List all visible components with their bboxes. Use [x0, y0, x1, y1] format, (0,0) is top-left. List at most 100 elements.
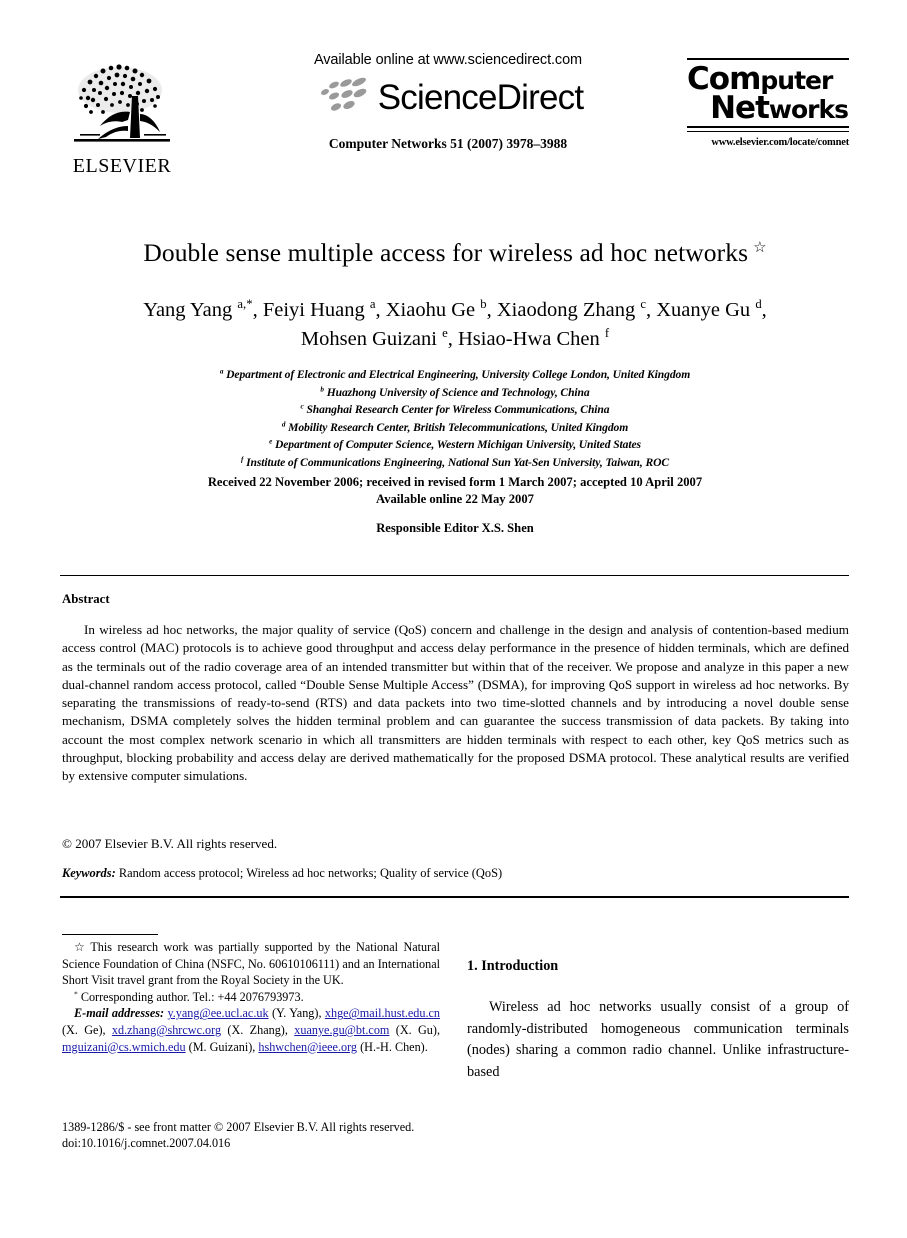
- email-person-guizani: (M. Guizani): [188, 1039, 253, 1054]
- page-footer: 1389-1286/$ - see front matter © 2007 El…: [62, 1119, 462, 1152]
- footnote-separator-rule: [62, 934, 158, 935]
- email-link-yang[interactable]: y.yang@ee.ucl.ac.uk: [167, 1006, 268, 1020]
- introduction-paragraph: Wireless ad hoc networks usually consist…: [467, 999, 849, 1081]
- cover-text-works: works: [768, 94, 849, 124]
- abstract-bottom-rule: [60, 896, 849, 898]
- footnote-column: ☆ This research work was partially suppor…: [62, 934, 440, 1055]
- elsevier-tree-icon: [74, 64, 170, 142]
- author-7-name: Hsiao-Hwa Chen: [457, 328, 600, 351]
- title-footnote-star-icon: ☆: [753, 240, 767, 256]
- responsible-editor: Responsible Editor X.S. Shen: [376, 521, 534, 535]
- funding-footnote-star-icon: ☆: [74, 940, 88, 954]
- affiliation-c-text: Shanghai Research Center for Wireless Co…: [306, 403, 610, 417]
- affiliation-c: c Shanghai Research Center for Wireless …: [80, 401, 830, 419]
- affiliation-f-mark: f: [240, 455, 244, 464]
- article-history-line-1: Received 22 November 2006; received in r…: [207, 475, 703, 489]
- affiliation-b-mark: b: [320, 385, 324, 394]
- keywords-label: Keywords:: [62, 866, 116, 880]
- computer-networks-wordmark: Computer Networks: [687, 64, 849, 124]
- keywords-value: Random access protocol; Wireless ad hoc …: [118, 866, 503, 880]
- sciencedirect-block: Available online at www.sciencedirect.co…: [228, 52, 668, 152]
- keywords: Keywords: Random access protocol; Wirele…: [62, 866, 849, 881]
- author-3-marks: b: [480, 297, 487, 312]
- section-heading-introduction: 1. Introduction: [467, 958, 559, 974]
- page-title: Double sense multiple access for wireles…: [60, 238, 850, 269]
- corresponding-author-text: Corresponding author. Tel.: +44 20767939…: [80, 989, 304, 1004]
- author-3: Xiaohu Ge b: [385, 297, 487, 321]
- affiliation-a-mark: a: [219, 367, 224, 376]
- email-link-zhang[interactable]: xd.zhang@shrcwc.org: [112, 1023, 221, 1037]
- cover-rule-bottom-thin: [687, 130, 849, 132]
- author-6: Mohsen Guizani e: [300, 326, 448, 351]
- email-addresses-label: E-mail addresses:: [74, 1006, 165, 1021]
- funding-footnote: ☆ This research work was partially suppor…: [62, 939, 440, 989]
- author-5-name: Xuanye Gu: [656, 299, 751, 321]
- title-text: Double sense multiple access for wireles…: [143, 238, 749, 267]
- journal-cover-logo: Computer Networks www.elsevier.com/locat…: [687, 58, 849, 148]
- affiliation-f: f Institute of Communications Engineerin…: [80, 454, 830, 472]
- affiliation-b-text: Huazhong University of Science and Techn…: [326, 385, 590, 399]
- article-history: Received 22 November 2006; received in r…: [80, 474, 830, 509]
- email-person-chen: (H.-H. Chen): [360, 1039, 425, 1054]
- article-history-line-2: Available online 22 May 2007: [376, 492, 534, 507]
- email-person-ge: (X. Ge): [62, 1022, 103, 1037]
- affiliation-a-text: Department of Electronic and Electrical …: [226, 368, 691, 381]
- affiliation-e: e Department of Computer Science, Wester…: [80, 436, 830, 454]
- affiliation-d-mark: d: [281, 420, 286, 429]
- author-2-name: Feiyi Huang: [262, 299, 365, 321]
- sciencedirect-logo: ScienceDirect: [228, 74, 668, 120]
- author-7-marks: f: [604, 326, 610, 341]
- author-4-name: Xiaodong Zhang: [496, 299, 636, 321]
- author-5: Xuanye Gu d: [656, 298, 761, 321]
- affiliation-list: a Department of Electronic and Electrica…: [80, 366, 830, 472]
- email-person-zhang: (X. Zhang): [227, 1022, 285, 1037]
- doi-line: doi:10.1016/j.comnet.2007.04.016: [62, 1136, 231, 1151]
- affiliation-d: d Mobility Research Center, British Tele…: [80, 419, 830, 437]
- affiliation-e-mark: e: [269, 437, 273, 446]
- abstract-top-rule: [60, 575, 849, 576]
- journal-reference: Computer Networks 51 (2007) 3978–3988: [328, 136, 568, 151]
- elsevier-wordmark: ELSEVIER: [72, 155, 172, 177]
- available-online-text: Available online at www.sciencedirect.co…: [313, 52, 583, 68]
- affiliation-c-mark: c: [300, 402, 304, 411]
- sciencedirect-leaves-icon: [320, 77, 367, 111]
- cover-rule-bottom-thick: [687, 126, 849, 129]
- abstract-heading: Abstract: [62, 592, 110, 606]
- affiliation-e-text: Department of Computer Science, Western …: [274, 438, 641, 452]
- author-2-marks: a: [369, 297, 376, 312]
- abstract-copyright: © 2007 Elsevier B.V. All rights reserved…: [62, 836, 278, 851]
- email-footnote: E-mail addresses: y.yang@ee.ucl.ac.uk (Y…: [62, 1006, 441, 1054]
- sciencedirect-wordmark: ScienceDirect: [377, 77, 584, 117]
- introduction-column: 1. Introduction Wireless ad hoc networks…: [467, 958, 849, 1084]
- cover-text-net: Net: [710, 89, 770, 126]
- email-link-ge[interactable]: xhge@mail.hust.edu.cn: [325, 1006, 440, 1020]
- email-person-yang: (Y. Yang): [271, 1006, 319, 1021]
- journal-homepage-url: www.elsevier.com/locate/comnet: [711, 136, 849, 148]
- author-list: Yang Yang a,*, Feiyi Huang a, Xiaohu Ge …: [143, 297, 767, 351]
- affiliation-b: b Huazhong University of Science and Tec…: [80, 384, 830, 402]
- author-4: Xiaodong Zhang c: [496, 297, 646, 321]
- author-7: Hsiao-Hwa Chen f: [457, 326, 610, 351]
- email-link-guizani[interactable]: mguizani@cs.wmich.edu: [62, 1040, 186, 1054]
- corresponding-author-marker: *: [74, 989, 78, 999]
- author-1: Yang Yang a,*: [143, 297, 253, 321]
- masthead: ELSEVIER Available online at www.science…: [0, 52, 907, 202]
- affiliation-d-text: Mobility Research Center, British Teleco…: [288, 420, 629, 434]
- cover-rule-top: [687, 58, 849, 60]
- funding-footnote-text: This research work was partially support…: [62, 940, 440, 988]
- issn-line: 1389-1286/$ - see front matter © 2007 El…: [62, 1120, 415, 1134]
- email-link-gu[interactable]: xuanye.gu@bt.com: [294, 1023, 389, 1037]
- author-6-name: Mohsen Guizani: [300, 328, 437, 351]
- cover-text-puter: puter: [760, 66, 833, 95]
- author-3-name: Xiaohu Ge: [385, 299, 476, 321]
- elsevier-logo: ELSEVIER: [66, 60, 178, 176]
- author-2: Feiyi Huang a: [262, 297, 376, 321]
- corresponding-author-footnote: * Corresponding author. Tel.: +44 207679…: [62, 989, 440, 1006]
- author-1-name: Yang Yang: [143, 299, 233, 321]
- email-link-chen[interactable]: hshwchen@ieee.org: [258, 1040, 357, 1054]
- abstract-body: In wireless ad hoc networks, the major q…: [62, 622, 849, 784]
- email-person-gu: (X. Gu): [395, 1022, 437, 1037]
- author-6-marks: e: [442, 326, 448, 341]
- author-4-marks: c: [640, 297, 646, 312]
- author-1-marks: a,*: [237, 297, 253, 312]
